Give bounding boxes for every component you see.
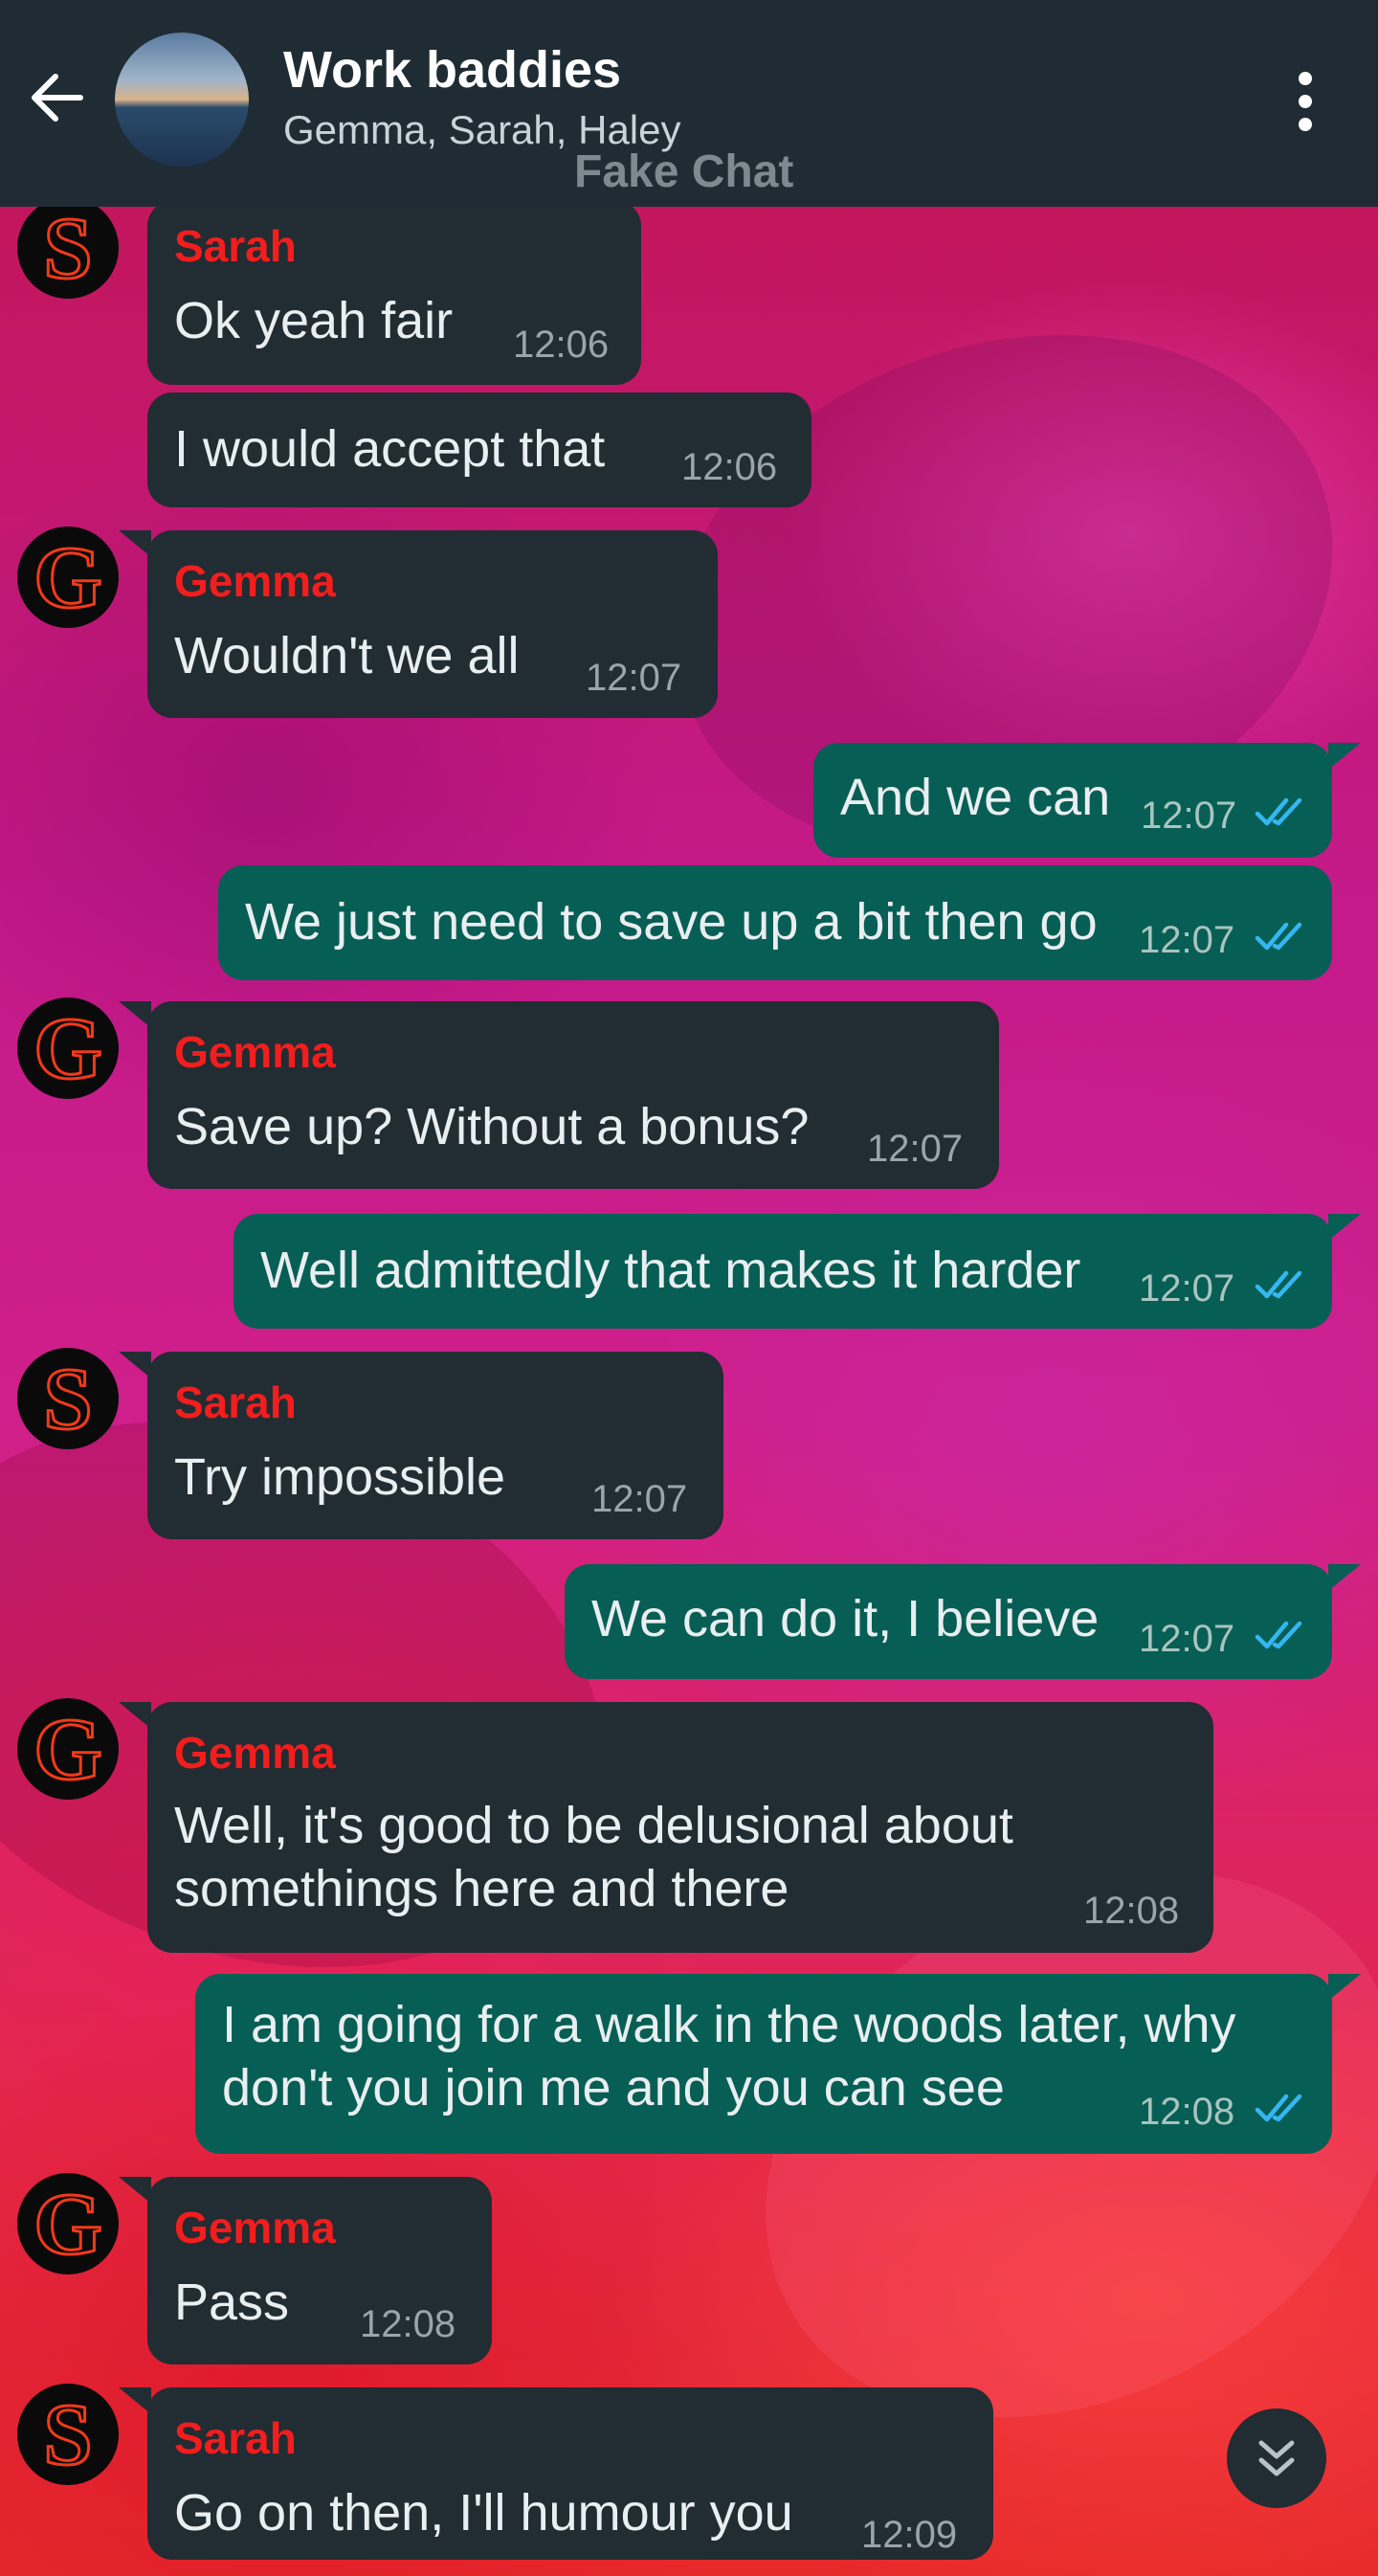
sender-name: Sarah [174, 2413, 297, 2463]
sender-name: Gemma [174, 2203, 336, 2252]
chat-header: Work baddies Gemma, Sarah, Haley Fake Ch… [0, 0, 1378, 207]
bubble-tail [1328, 1564, 1361, 1591]
sender-avatar-sarah[interactable]: S [17, 1348, 119, 1449]
double-chevron-down-icon [1258, 2440, 1295, 2476]
message-time: 12:07 [1139, 919, 1235, 961]
incoming-message[interactable]: Gemma Wouldn't we all 12:07 [147, 530, 718, 718]
bubble-tail [119, 1352, 151, 1378]
group-avatar[interactable] [115, 33, 249, 167]
incoming-message[interactable]: Sarah Ok yeah fair 12:06 [147, 201, 641, 385]
message-time: 12:07 [1139, 1618, 1235, 1660]
message-text: Wouldn't we all [174, 627, 520, 684]
watermark-text: Fake Chat [574, 146, 794, 197]
message-time: 12:06 [513, 324, 610, 366]
bubble-tail [1328, 1974, 1361, 2001]
message-text: Save up? Without a bonus? [174, 1098, 810, 1155]
outgoing-message[interactable]: And we can 12:07 [813, 743, 1332, 858]
outgoing-message[interactable]: I am going for a walk in the woods later… [195, 1974, 1332, 2154]
message-text: Go on then, I'll humour you [174, 2484, 793, 2542]
sender-avatar-sarah[interactable]: S [17, 2384, 119, 2485]
message-text: Try impossible [174, 1448, 506, 1506]
message-text: We just need to save up a bit then go [245, 893, 1098, 951]
incoming-message[interactable]: Gemma Well, it's good to be delusional a… [147, 1702, 1213, 1953]
message-time: 12:07 [586, 657, 682, 699]
message-time: 12:07 [1141, 795, 1237, 837]
bubble-tail [119, 2387, 151, 2414]
sender-name: Gemma [174, 556, 336, 606]
message-text-line: somethings here and there [174, 1860, 789, 1917]
bubble-tail [119, 530, 151, 557]
sender-avatar-gemma[interactable]: G [17, 1698, 119, 1800]
message-text-line: Well, it's good to be delusional about [174, 1797, 1013, 1854]
sender-name: Gemma [174, 1027, 336, 1077]
outgoing-message[interactable]: We just need to save up a bit then go 12… [218, 865, 1332, 980]
sender-avatar-gemma[interactable]: G [17, 997, 119, 1099]
chat-title[interactable]: Work baddies [283, 40, 621, 100]
back-arrow-icon[interactable] [23, 63, 92, 132]
read-receipt-icon [1255, 1621, 1302, 1649]
more-options-icon[interactable] [1278, 67, 1332, 136]
message-text: Ok yeah fair [174, 292, 454, 349]
read-receipt-icon [1255, 1270, 1302, 1299]
message-text: Well admittedly that makes it harder [260, 1242, 1081, 1299]
message-time: 12:07 [1139, 1267, 1235, 1310]
message-time: 12:08 [360, 2303, 456, 2345]
message-time: 12:08 [1083, 1890, 1180, 1932]
message-time: 12:07 [867, 1128, 964, 1170]
sender-avatar-gemma[interactable]: G [17, 526, 119, 628]
incoming-message[interactable]: I would accept that 12:06 [147, 392, 811, 507]
message-time: 12:09 [861, 2514, 958, 2556]
sender-avatar-sarah[interactable]: S [17, 197, 119, 299]
message-text: I would accept that [174, 420, 606, 478]
read-receipt-icon [1255, 797, 1302, 826]
message-time: 12:07 [591, 1478, 688, 1520]
read-receipt-icon [1255, 2094, 1302, 2122]
scroll-to-bottom-button[interactable] [1227, 2408, 1326, 2508]
message-text: Pass [174, 2274, 290, 2331]
message-time: 12:06 [681, 446, 778, 488]
sender-name: Gemma [174, 1728, 336, 1778]
bubble-tail [119, 1702, 151, 1729]
outgoing-message[interactable]: Well admittedly that makes it harder 12:… [233, 1214, 1332, 1329]
outgoing-message[interactable]: We can do it, I believe 12:07 [565, 1564, 1332, 1679]
bubble-tail [1328, 743, 1361, 770]
bubble-tail [119, 1001, 151, 1028]
message-text-line: don't you join me and you can see [222, 2059, 1005, 2117]
sender-name: Sarah [174, 221, 297, 271]
read-receipt-icon [1255, 922, 1302, 951]
message-text: And we can [840, 769, 1111, 826]
message-text-line: I am going for a walk in the woods later… [222, 1996, 1236, 2053]
bubble-tail [1328, 1214, 1361, 1241]
message-text: We can do it, I believe [591, 1590, 1100, 1647]
incoming-message[interactable]: Gemma Pass 12:08 [147, 2177, 492, 2364]
bubble-tail [119, 2177, 151, 2204]
incoming-message[interactable]: Sarah Try impossible 12:07 [147, 1352, 723, 1539]
sender-avatar-gemma[interactable]: G [17, 2173, 119, 2274]
message-time: 12:08 [1139, 2091, 1235, 2133]
incoming-message[interactable]: Gemma Save up? Without a bonus? 12:07 [147, 1001, 999, 1189]
incoming-message[interactable]: Sarah Go on then, I'll humour you 12:09 [147, 2387, 993, 2560]
sender-name: Sarah [174, 1378, 297, 1427]
